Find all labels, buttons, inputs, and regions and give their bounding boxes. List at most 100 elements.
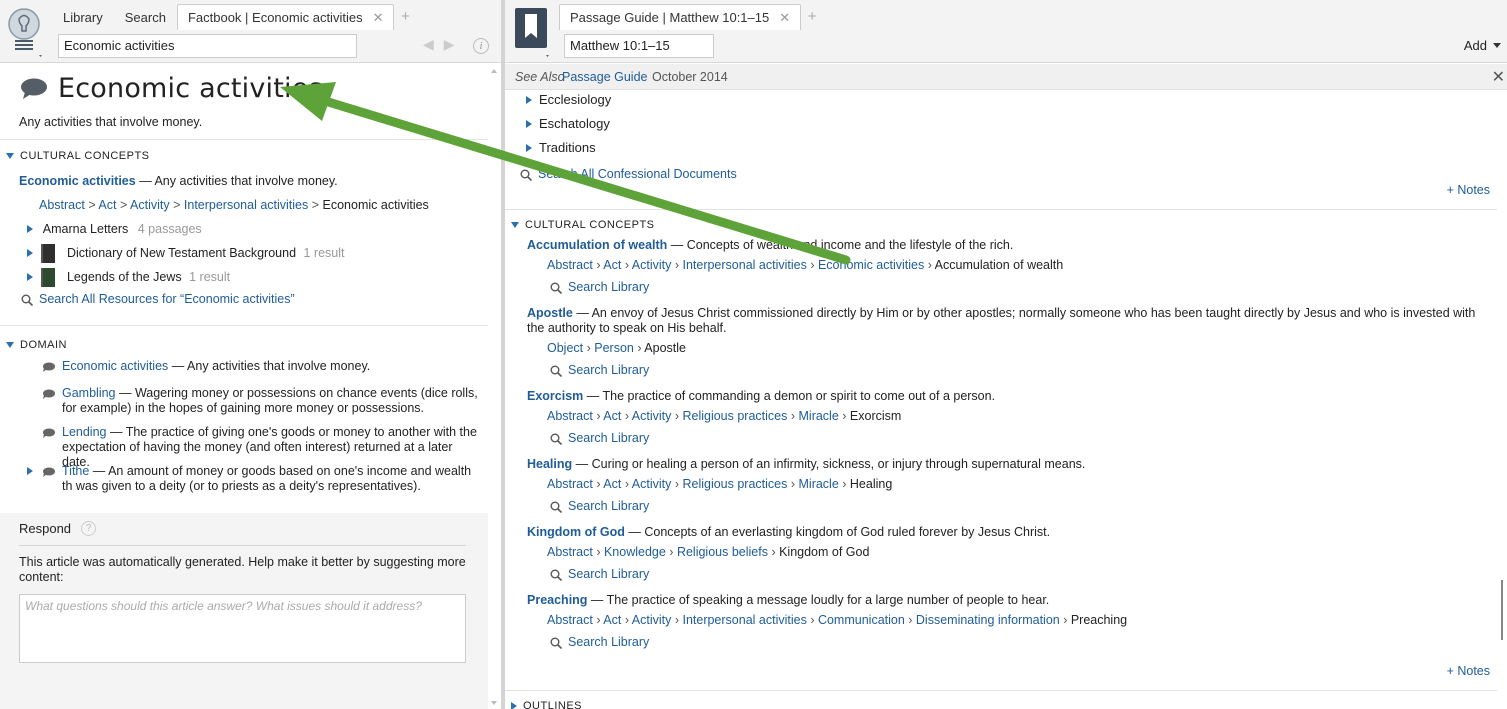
crumb-link[interactable]: Person <box>594 341 634 355</box>
domain-term-link[interactable]: Lending <box>62 425 107 439</box>
crumb-link[interactable]: Activity <box>632 477 672 491</box>
crumb-link[interactable]: Economic activities <box>818 258 924 272</box>
scroll-up-icon[interactable] <box>491 69 497 73</box>
crumb-link[interactable]: Interpersonal activities <box>184 198 308 212</box>
crumb-link[interactable]: Miracle <box>799 409 839 423</box>
expand-triangle-icon[interactable] <box>526 143 532 152</box>
tab-library[interactable]: Library <box>52 4 114 30</box>
factbook-search-input[interactable]: Economic activities <box>58 34 357 58</box>
expand-triangle-icon[interactable] <box>526 95 532 104</box>
section-domain[interactable]: DOMAIN <box>6 339 67 351</box>
add-section-button[interactable]: Add <box>1464 38 1501 53</box>
crumb-link[interactable]: Interpersonal activities <box>682 613 806 627</box>
tree-item[interactable]: Eschatology <box>526 116 610 131</box>
expand-triangle-icon[interactable] <box>27 248 33 257</box>
expand-triangle-icon[interactable] <box>27 467 33 475</box>
crumb-link[interactable]: Abstract <box>39 198 85 212</box>
see-also-link[interactable]: Passage Guide <box>562 70 647 84</box>
lightbulb-menu-icon[interactable] <box>7 6 43 58</box>
page-title: Economic activities <box>20 73 323 104</box>
left-scrollbar[interactable] <box>488 63 501 709</box>
expand-triangle-icon[interactable] <box>27 225 33 233</box>
feedback-textarea[interactable]: What questions should this article answe… <box>19 594 466 663</box>
right-scrollbar[interactable] <box>1497 90 1507 709</box>
crumb-link[interactable]: Act <box>603 477 621 491</box>
section-cultural-concepts[interactable]: CULTURAL CONCEPTS <box>511 219 655 231</box>
crumb-link[interactable]: Religious beliefs <box>677 545 768 559</box>
crumb-link[interactable]: Activity <box>632 613 672 627</box>
info-icon[interactable]: i <box>473 38 489 54</box>
passage-guide-menu-icon[interactable] <box>514 6 550 58</box>
crumb-link[interactable]: Communication <box>818 613 905 627</box>
search-confessional-link[interactable]: Search All Confessional Documents <box>520 167 737 181</box>
close-icon[interactable]: ✕ <box>1492 67 1505 87</box>
crumb-link[interactable]: Activity <box>632 409 672 423</box>
search-library-link[interactable]: Search Library <box>550 567 649 581</box>
crumb-link[interactable]: Abstract <box>547 409 593 423</box>
search-all-resources-link[interactable]: Search All Resources for “Economic activ… <box>21 292 295 306</box>
add-notes-link[interactable]: + Notes <box>1447 183 1490 197</box>
concept-term-link[interactable]: Preaching <box>527 593 587 607</box>
crumb-link[interactable]: Abstract <box>547 545 593 559</box>
crumb-separator: › <box>1059 613 1071 627</box>
search-icon <box>520 169 532 181</box>
reference-input[interactable]: Matthew 10:1–15 <box>564 34 714 58</box>
expand-triangle-icon[interactable] <box>27 272 33 281</box>
section-cultural-concepts[interactable]: CULTURAL CONCEPTS <box>6 150 150 162</box>
concept-term-link[interactable]: Healing <box>527 457 572 471</box>
concept-term-link[interactable]: Exorcism <box>527 389 583 403</box>
collapse-triangle-icon[interactable] <box>6 342 14 348</box>
add-notes-link[interactable]: + Notes <box>1447 664 1490 678</box>
crumb-link[interactable]: Religious practices <box>682 409 787 423</box>
concept-term-link[interactable]: Apostle <box>527 306 573 320</box>
close-icon[interactable]: ✕ <box>373 5 384 31</box>
resource-item[interactable]: Dictionary of New Testament Background 1… <box>27 244 345 263</box>
crumb-link[interactable]: Religious practices <box>682 477 787 491</box>
tree-item[interactable]: Ecclesiology <box>526 92 611 107</box>
resource-item[interactable]: Amarna Letters 4 passages <box>27 222 202 236</box>
scroll-down-icon[interactable] <box>491 701 497 705</box>
add-tab-icon[interactable]: + <box>801 4 823 30</box>
tab-passage-guide[interactable]: Passage Guide | Matthew 10:1–15 ✕ <box>559 4 802 31</box>
expand-triangle-icon[interactable] <box>511 702 517 709</box>
domain-term-link[interactable]: Economic activities <box>62 359 168 373</box>
crumb-link[interactable]: Knowledge <box>604 545 666 559</box>
help-icon[interactable]: ? <box>81 521 97 536</box>
collapse-triangle-icon[interactable] <box>511 222 519 228</box>
concept-term-link[interactable]: Accumulation of wealth <box>527 238 667 252</box>
domain-term-link[interactable]: Tithe <box>62 464 89 478</box>
crumb-link[interactable]: Object <box>547 341 583 355</box>
search-library-link[interactable]: Search Library <box>550 363 649 377</box>
crumb-link[interactable]: Act <box>98 198 116 212</box>
crumb-link[interactable]: Act <box>603 409 621 423</box>
crumb-link[interactable]: Act <box>603 258 621 272</box>
scrollbar-thumb[interactable] <box>1501 580 1503 640</box>
collapse-triangle-icon[interactable] <box>6 153 14 159</box>
search-library-link[interactable]: Search Library <box>550 499 649 513</box>
add-tab-icon[interactable]: + <box>394 4 416 30</box>
concept-term-link[interactable]: Kingdom of God <box>527 525 625 539</box>
crumb-link[interactable]: Activity <box>632 258 672 272</box>
close-icon[interactable]: ✕ <box>779 5 790 31</box>
crumb-link[interactable]: Activity <box>130 198 170 212</box>
tab-factbook[interactable]: Factbook | Economic activities ✕ <box>176 4 395 31</box>
expand-triangle-icon[interactable] <box>526 119 532 128</box>
section-outlines[interactable]: OUTLINES <box>511 700 582 709</box>
search-library-link[interactable]: Search Library <box>550 280 649 294</box>
resource-item[interactable]: Legends of the Jews 1 result <box>27 268 230 287</box>
search-library-link[interactable]: Search Library <box>550 431 649 445</box>
domain-term-link[interactable]: Gambling <box>62 386 116 400</box>
back-arrow-icon[interactable]: ◀ <box>423 36 434 53</box>
search-library-link[interactable]: Search Library <box>550 635 649 649</box>
crumb-link[interactable]: Abstract <box>547 613 593 627</box>
crumb-link[interactable]: Abstract <box>547 477 593 491</box>
crumb-link[interactable]: Act <box>603 613 621 627</box>
crumb-link[interactable]: Miracle <box>799 477 839 491</box>
tree-item[interactable]: Traditions <box>526 140 596 155</box>
crumb-link[interactable]: Interpersonal activities <box>682 258 806 272</box>
crumb-link[interactable]: Disseminating information <box>916 613 1060 627</box>
forward-arrow-icon[interactable]: ▶ <box>444 36 455 53</box>
cultural-term-link[interactable]: Economic activities <box>19 174 136 188</box>
tab-search[interactable]: Search <box>114 4 177 30</box>
crumb-link[interactable]: Abstract <box>547 258 593 272</box>
